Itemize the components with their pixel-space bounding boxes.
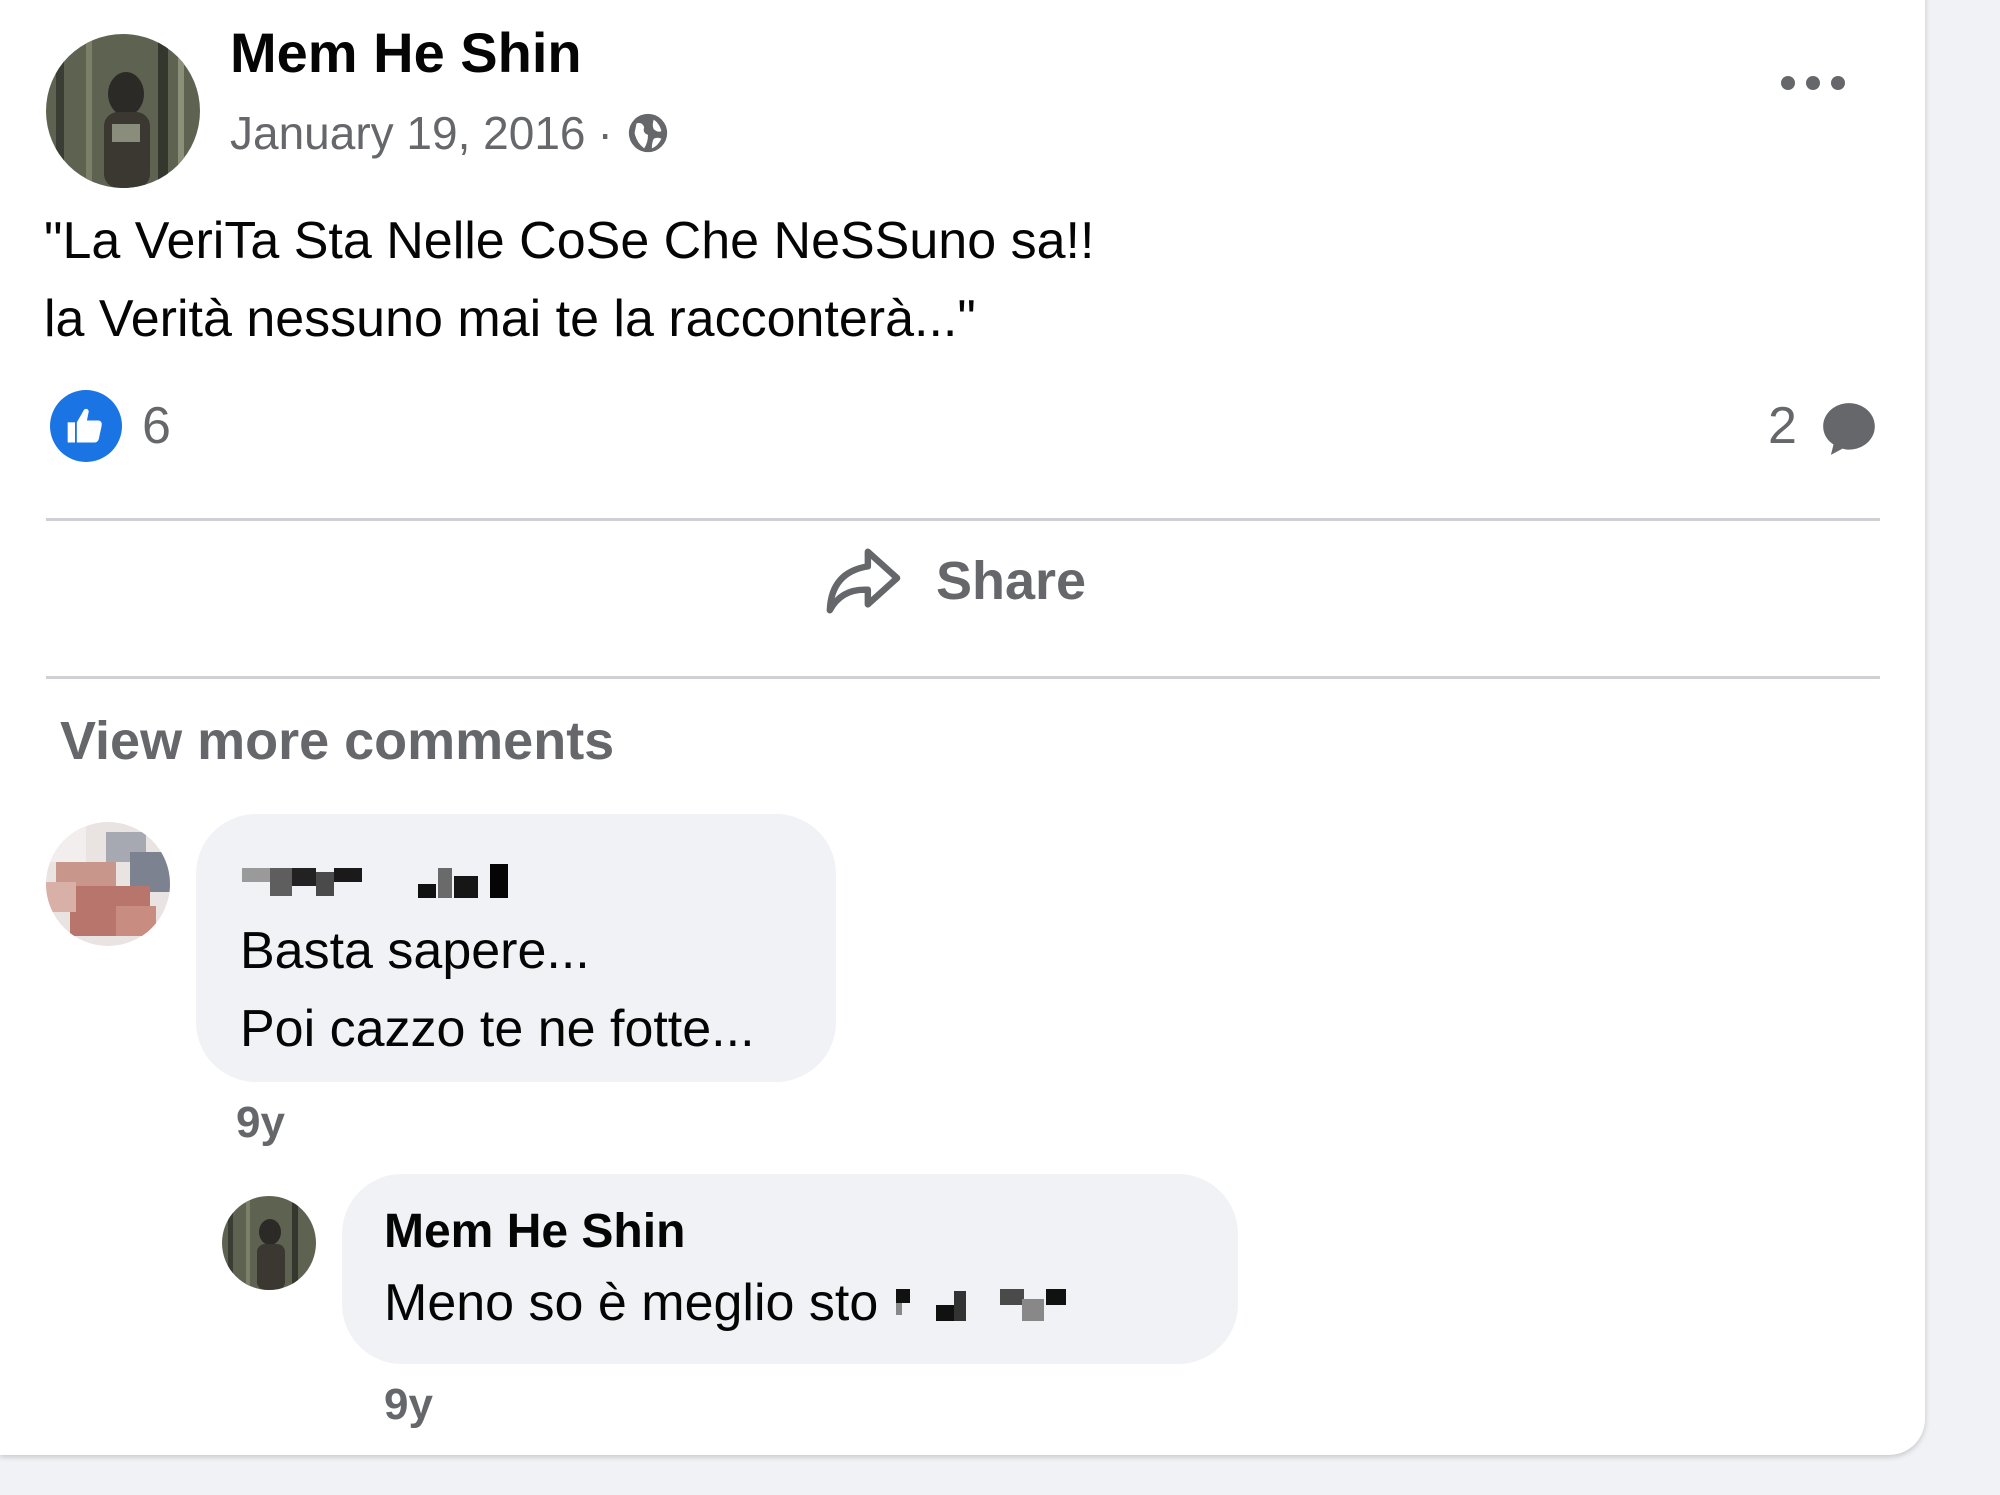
like-icon[interactable] [50, 390, 122, 462]
share-icon [826, 548, 901, 614]
redacted-reply-text [896, 1289, 1067, 1321]
reply-text: Meno so è meglio sto [384, 1264, 1080, 1342]
reaction-count[interactable]: 6 [142, 396, 171, 456]
post-text: "La VeriTa Sta Nelle CoSe Che NeSSuno sa… [44, 212, 1095, 348]
comment-count[interactable]: 2 [1768, 396, 1797, 456]
comment-text: Basta sapere... Poi cazzo te ne fotte... [240, 922, 755, 1058]
post-card: Mem He Shin January 19, 2016 · "La VeriT… [0, 0, 1925, 1455]
ellipsis-icon [1781, 76, 1845, 90]
commenter-avatar[interactable] [46, 822, 170, 946]
redacted-author-name[interactable] [242, 862, 532, 907]
reply-bubble: Mem He Shin Meno so è meglio sto [342, 1174, 1238, 1364]
post-meta: January 19, 2016 · [230, 106, 671, 160]
globe-icon[interactable] [625, 110, 671, 156]
divider [46, 676, 1880, 679]
comment-bubble: Basta sapere... Poi cazzo te ne fotte... [196, 814, 836, 1082]
author-avatar[interactable] [46, 34, 200, 188]
reply-text-visible: Meno so è meglio sto [384, 1274, 879, 1332]
more-options-button[interactable] [1768, 58, 1858, 108]
reply-time[interactable]: 9y [384, 1380, 433, 1430]
comment-icon[interactable] [1818, 398, 1880, 460]
reply-author-name[interactable]: Mem He Shin [384, 1204, 685, 1259]
reply-author-avatar[interactable] [222, 1196, 316, 1290]
comment-time[interactable]: 9y [236, 1098, 285, 1148]
divider [46, 518, 1880, 521]
post-date[interactable]: January 19, 2016 [230, 106, 586, 160]
share-label: Share [936, 551, 1087, 611]
view-more-comments[interactable]: View more comments [60, 710, 614, 772]
meta-separator: · [597, 107, 613, 159]
author-name[interactable]: Mem He Shin [230, 20, 582, 85]
share-button[interactable]: Share [820, 536, 1086, 626]
